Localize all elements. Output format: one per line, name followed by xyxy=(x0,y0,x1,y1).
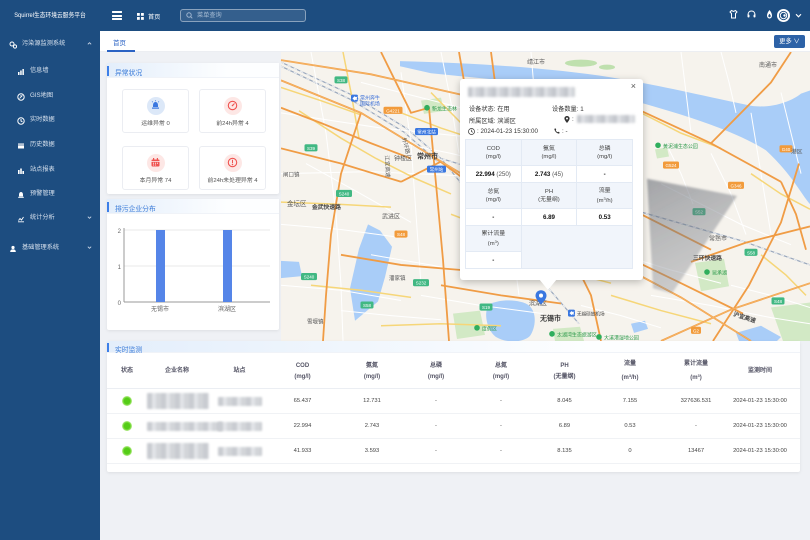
svg-text:潘家镇: 潘家镇 xyxy=(389,274,406,282)
svg-text:无锡市: 无锡市 xyxy=(539,314,561,323)
svg-text:国际机场: 国际机场 xyxy=(360,101,380,108)
svg-text:2: 2 xyxy=(118,229,122,235)
svg-text:S38: S38 xyxy=(337,78,345,83)
svg-text:G2: G2 xyxy=(693,328,699,333)
svg-text:常州市: 常州市 xyxy=(417,151,438,160)
svg-text:闸口镇: 闸口镇 xyxy=(283,171,300,179)
svg-text:S232: S232 xyxy=(416,281,427,286)
svg-text:常州站: 常州站 xyxy=(430,166,444,173)
svg-text:G4221: G4221 xyxy=(386,108,400,113)
svg-text:无锡硕放机场: 无锡硕放机场 xyxy=(577,311,605,318)
svg-text:雪堰镇: 雪堰镇 xyxy=(307,318,324,326)
svg-text:S240: S240 xyxy=(304,275,315,280)
svg-text:钟楼区: 钟楼区 xyxy=(394,154,412,162)
svg-text:金坛区: 金坛区 xyxy=(287,199,307,208)
svg-text:新龙生态林: 新龙生态林 xyxy=(432,105,457,112)
svg-text:港区: 港区 xyxy=(791,147,803,155)
svg-text:S58: S58 xyxy=(747,250,755,255)
svg-text:常州奔牛: 常州奔牛 xyxy=(360,95,380,102)
svg-text:S39: S39 xyxy=(307,146,315,151)
svg-text:G346: G346 xyxy=(731,183,742,188)
svg-text:1: 1 xyxy=(118,265,122,271)
svg-text:昆承湖: 昆承湖 xyxy=(712,270,727,277)
svg-text:S48: S48 xyxy=(774,299,782,304)
svg-text:滨湖区: 滨湖区 xyxy=(218,305,236,313)
svg-text:常熟市: 常熟市 xyxy=(709,235,727,243)
svg-text:黄泥浦生态公园: 黄泥浦生态公园 xyxy=(663,143,698,150)
svg-text:S240: S240 xyxy=(339,191,350,196)
svg-text:靖江市: 靖江市 xyxy=(527,58,545,66)
svg-text:S48: S48 xyxy=(397,232,405,237)
svg-text:度假区: 度假区 xyxy=(482,325,497,332)
svg-text:S19: S19 xyxy=(482,305,490,310)
svg-text:常州北站: 常州北站 xyxy=(417,128,436,135)
svg-text:武进区: 武进区 xyxy=(382,212,400,220)
svg-text:0: 0 xyxy=(118,301,122,307)
svg-text:S58: S58 xyxy=(363,303,371,308)
svg-text:太湖湾生态旅游区: 太湖湾生态旅游区 xyxy=(557,331,597,338)
svg-text:金武快速路: 金武快速路 xyxy=(311,203,341,211)
svg-text:G524: G524 xyxy=(666,163,677,168)
svg-text:南通市: 南通市 xyxy=(759,61,777,69)
svg-text:无锡市: 无锡市 xyxy=(151,305,169,313)
svg-text:G40: G40 xyxy=(782,147,791,152)
